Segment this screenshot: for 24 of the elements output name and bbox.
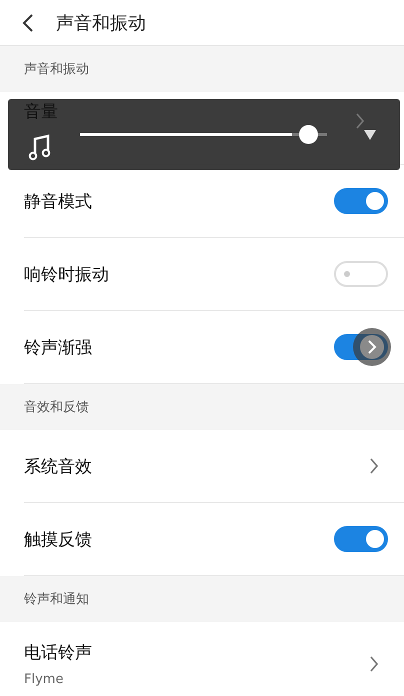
- back-icon[interactable]: [22, 12, 34, 32]
- toggle-switch[interactable]: [334, 526, 388, 552]
- row-label: 触摸反馈: [24, 528, 92, 550]
- music-note-icon: [28, 132, 52, 160]
- row-label: 系统音效: [24, 456, 92, 478]
- row-label: 响铃时振动: [24, 264, 109, 286]
- settings-row[interactable]: 响铃时振动: [24, 238, 404, 311]
- toggle-switch[interactable]: [334, 188, 388, 214]
- row-label: 电话铃声: [24, 642, 92, 664]
- settings-row[interactable]: 系统音效: [24, 430, 404, 503]
- row-label: 静音模式: [24, 190, 92, 212]
- row-label: 铃声渐强: [24, 336, 92, 358]
- section-title: 声音和振动: [24, 61, 89, 78]
- settings-row[interactable]: 静音模式: [24, 165, 404, 238]
- chevron-icon: [370, 656, 378, 672]
- page-title: 声音和振动: [56, 12, 146, 34]
- chevron-icon: [370, 458, 378, 474]
- section-title: 铃声和通知: [24, 591, 89, 608]
- assistive-touch-menu[interactable]: [352, 327, 392, 367]
- section-title: 音效和反馈: [24, 399, 89, 416]
- row-subtitle: Flyme: [24, 672, 64, 687]
- expand-triangle-icon[interactable]: [364, 130, 376, 140]
- chevron-icon: [356, 113, 364, 129]
- settings-row[interactable]: 电话铃声 Flyme: [24, 622, 404, 696]
